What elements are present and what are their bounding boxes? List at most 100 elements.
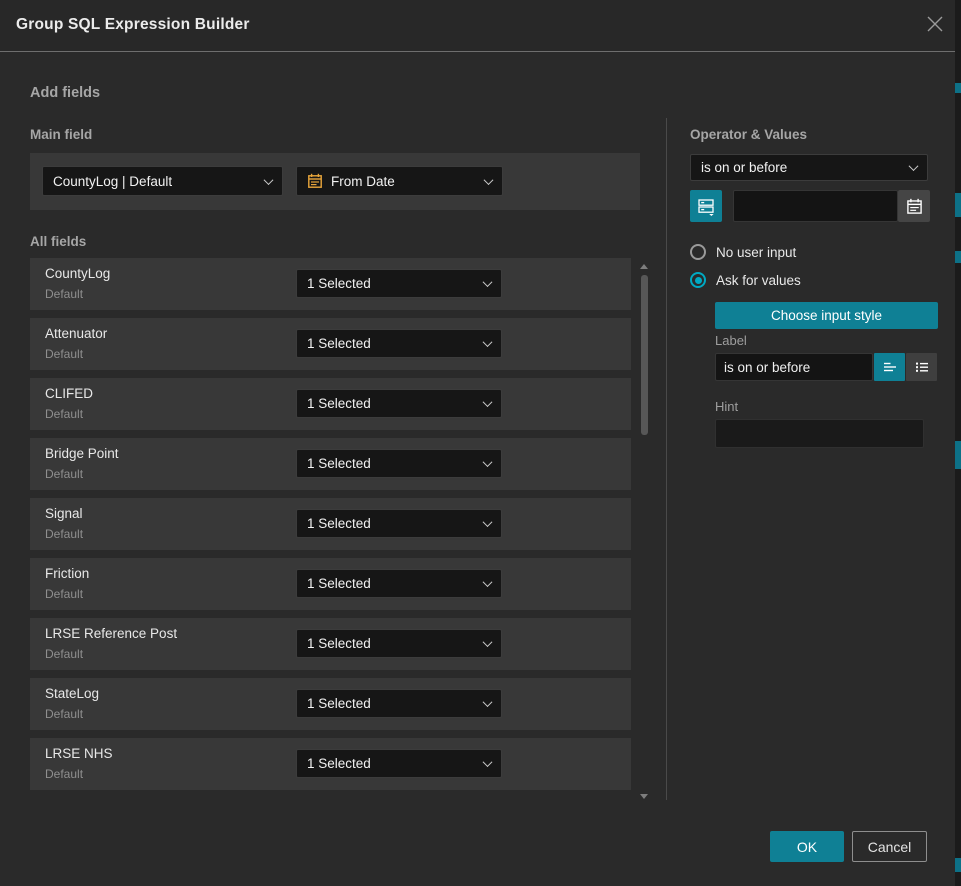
cancel-button[interactable]: Cancel	[852, 831, 927, 862]
text-input-style-icon	[882, 359, 898, 375]
field-row-signal: Signal Default 1 Selected	[30, 498, 631, 550]
field-name: LRSE Reference Post	[45, 626, 177, 641]
value-date-input[interactable]	[733, 190, 898, 222]
group-sql-expression-builder-dialog: Group SQL Expression Builder Add fields …	[0, 0, 955, 886]
label-input[interactable]	[715, 353, 873, 381]
hint-caption: Hint	[715, 399, 738, 414]
dataset-dropdown[interactable]: CountyLog | Default	[42, 166, 283, 196]
field-name: CountyLog	[45, 266, 110, 281]
edge-accent	[955, 858, 961, 872]
field-selected-dropdown[interactable]: 1 Selected	[296, 389, 502, 418]
field-name: Attenuator	[45, 326, 107, 341]
all-fields-heading: All fields	[30, 234, 86, 249]
selected-count: 1 Selected	[307, 756, 371, 771]
date-picker-button[interactable]	[898, 190, 930, 222]
background-app-edge	[955, 0, 961, 886]
text-input-style-button[interactable]	[874, 353, 905, 381]
field-selected-dropdown[interactable]: 1 Selected	[296, 749, 502, 778]
field-subtitle: Default	[45, 647, 83, 661]
selected-count: 1 Selected	[307, 396, 371, 411]
scroll-up-icon[interactable]	[640, 264, 648, 269]
label-caption: Label	[715, 333, 747, 348]
operator-values-heading: Operator & Values	[690, 127, 807, 142]
radio-ask-for-values-label: Ask for values	[716, 273, 801, 288]
radio-no-user-input[interactable]: No user input	[690, 244, 796, 260]
radio-no-user-input-label: No user input	[716, 245, 796, 260]
dialog-title: Group SQL Expression Builder	[16, 16, 250, 34]
field-name: Friction	[45, 566, 89, 581]
chevron-down-icon	[483, 577, 493, 587]
field-subtitle: Default	[45, 527, 83, 541]
dataset-dropdown-value: CountyLog | Default	[53, 174, 172, 189]
chevron-down-icon	[264, 175, 274, 185]
radio-ask-for-values[interactable]: Ask for values	[690, 272, 801, 288]
calendar-icon	[307, 173, 323, 189]
field-dropdown-value: From Date	[331, 174, 395, 189]
field-name: Signal	[45, 506, 83, 521]
input-type-stack-icon	[697, 197, 716, 216]
hint-input[interactable]	[715, 419, 924, 448]
chevron-down-icon	[483, 457, 493, 467]
field-name: StateLog	[45, 686, 99, 701]
chevron-down-icon	[909, 161, 919, 171]
edge-accent	[955, 441, 961, 469]
chevron-down-icon	[483, 337, 493, 347]
field-selected-dropdown[interactable]: 1 Selected	[296, 449, 502, 478]
field-dropdown[interactable]: From Date	[296, 166, 503, 196]
chevron-down-icon	[484, 175, 494, 185]
field-row-statelog: StateLog Default 1 Selected	[30, 678, 631, 730]
choose-input-style-button[interactable]: Choose input style	[715, 302, 938, 329]
chevron-down-icon	[483, 697, 493, 707]
main-field-box: CountyLog | Default From Date	[30, 153, 640, 210]
field-subtitle: Default	[45, 347, 83, 361]
field-subtitle: Default	[45, 767, 83, 781]
field-selected-dropdown[interactable]: 1 Selected	[296, 509, 502, 538]
panel-divider	[666, 118, 667, 800]
title-bar: Group SQL Expression Builder	[0, 0, 955, 52]
field-row-lrse-reference-post: LRSE Reference Post Default 1 Selected	[30, 618, 631, 670]
main-field-heading: Main field	[30, 127, 92, 142]
field-row-clifed: CLIFED Default 1 Selected	[30, 378, 631, 430]
field-subtitle: Default	[45, 287, 83, 301]
list-input-style-button[interactable]	[906, 353, 937, 381]
scroll-down-icon[interactable]	[640, 794, 648, 799]
radio-selected-icon	[690, 272, 706, 288]
chevron-down-icon	[483, 637, 493, 647]
field-row-bridge-point: Bridge Point Default 1 Selected	[30, 438, 631, 490]
field-selected-dropdown[interactable]: 1 Selected	[296, 269, 502, 298]
chevron-down-icon	[483, 757, 493, 767]
field-row-countylog: CountyLog Default 1 Selected	[30, 258, 631, 310]
chevron-down-icon	[483, 277, 493, 287]
add-fields-heading: Add fields	[30, 85, 100, 101]
selected-count: 1 Selected	[307, 336, 371, 351]
field-subtitle: Default	[45, 407, 83, 421]
edge-accent	[955, 83, 961, 93]
field-subtitle: Default	[45, 467, 83, 481]
selected-count: 1 Selected	[307, 276, 371, 291]
field-selected-dropdown[interactable]: 1 Selected	[296, 569, 502, 598]
edge-accent	[955, 193, 961, 217]
field-name: CLIFED	[45, 386, 93, 401]
selected-count: 1 Selected	[307, 576, 371, 591]
field-selected-dropdown[interactable]: 1 Selected	[296, 329, 502, 358]
chevron-down-icon	[483, 517, 493, 527]
list-scrollbar-thumb[interactable]	[641, 275, 648, 435]
list-input-style-icon	[914, 359, 930, 375]
field-name: LRSE NHS	[45, 746, 113, 761]
operator-dropdown-value: is on or before	[701, 160, 787, 175]
operator-dropdown[interactable]: is on or before	[690, 154, 928, 181]
close-button[interactable]	[923, 14, 947, 38]
selected-count: 1 Selected	[307, 636, 371, 651]
field-selected-dropdown[interactable]: 1 Selected	[296, 689, 502, 718]
calendar-icon	[906, 198, 923, 215]
input-type-button[interactable]	[690, 190, 722, 222]
field-subtitle: Default	[45, 587, 83, 601]
selected-count: 1 Selected	[307, 696, 371, 711]
selected-count: 1 Selected	[307, 516, 371, 531]
field-selected-dropdown[interactable]: 1 Selected	[296, 629, 502, 658]
selected-count: 1 Selected	[307, 456, 371, 471]
chevron-down-icon	[483, 397, 493, 407]
field-row-attenuator: Attenuator Default 1 Selected	[30, 318, 631, 370]
ok-button[interactable]: OK	[770, 831, 844, 862]
field-name: Bridge Point	[45, 446, 119, 461]
